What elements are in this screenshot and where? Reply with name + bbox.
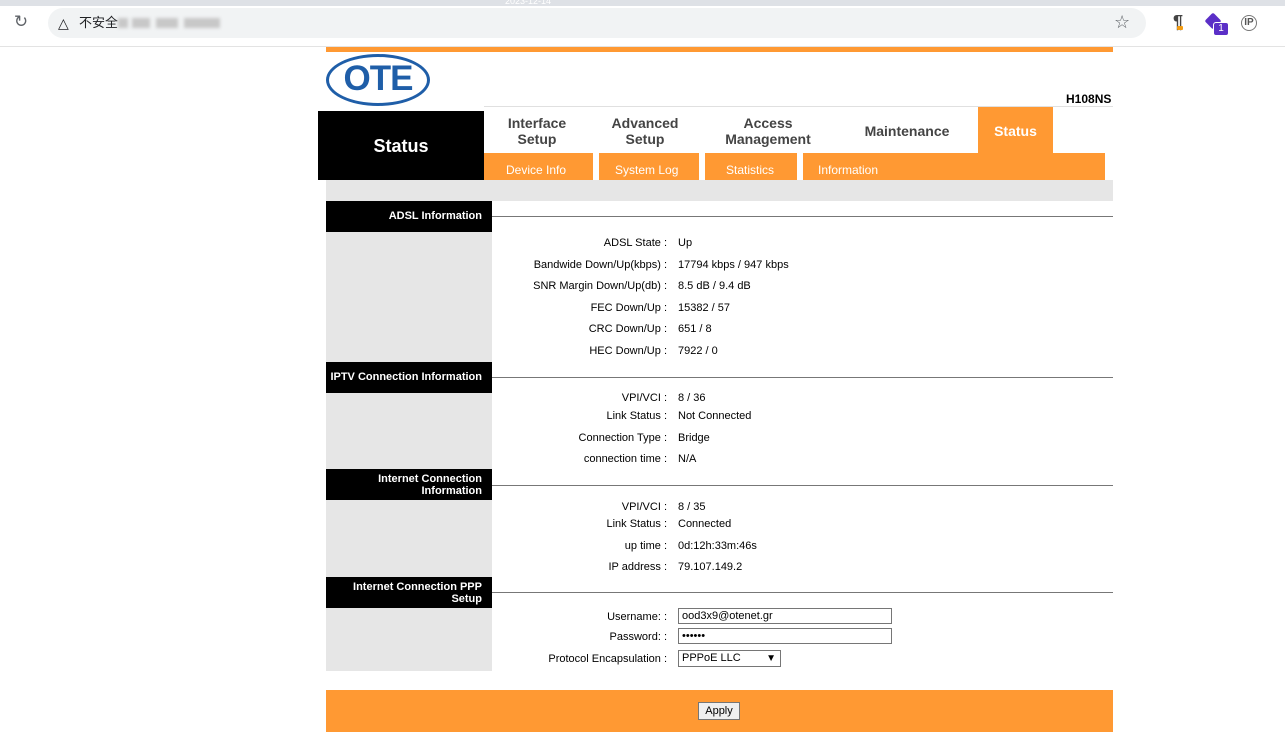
tab-strip: 2023-12-14 [0,0,1285,6]
extension-badge-icon[interactable]: 1 [1204,12,1229,36]
model-name: H108NS [1066,92,1112,106]
security-label[interactable]: 不安全 [79,13,118,33]
section-title-block: Status [318,111,484,180]
adsl-row-hec: HEC Down/Up :7922 / 0 [589,345,718,357]
chevron-down-icon: ▼ [766,653,776,664]
protocol-encapsulation-value: PPPoE LLC [682,652,741,664]
sub-navigation: Device Info System Log Statistics Inform… [484,153,1105,180]
adsl-section-header: ADSL Information [326,201,492,232]
bookmark-star-icon[interactable]: ☆ [1114,12,1130,32]
section-rule [492,592,1113,593]
iptv-row-connection-type: Connection Type : Bridge [578,432,710,444]
section-rule [492,216,1113,217]
tab-access-management[interactable]: Access Management [700,107,836,154]
tab-advanced-setup[interactable]: Advanced Setup [590,107,700,154]
section-title: Status [373,136,429,156]
section-rule [492,485,1113,486]
paragraph-extension-icon[interactable]: ¶ [1168,12,1188,32]
redacted-url-part [156,18,178,28]
orange-top-bar [326,47,1113,52]
iptv-section-header: IPTV Connection Information [326,362,492,393]
warning-icon[interactable]: △ [58,13,69,33]
username-input[interactable]: ood3x9@otenet.gr [678,608,892,624]
ppp-username-row: Username: : ood3x9@otenet.gr [492,607,1113,627]
internet-row-ip-address: IP address :79.107.149.2 [608,561,743,573]
reload-icon[interactable]: ↻ [11,12,31,32]
ppp-encapsulation-row: Protocol Encapsulation : PPPoE LLC ▼ [492,649,1113,669]
status-content: ADSL Information ADSL State : Up Bandwide… [326,201,1113,671]
internet-row-link-status: Link Status : Connected [606,518,732,530]
main-tabs: Interface Setup Advanced Setup Access Manag… [484,106,1113,154]
extension-badge-count: 1 [1213,22,1229,36]
adsl-row-fec: FEC Down/Up :15382 / 57 [590,302,730,314]
redacted-url-part [184,18,220,28]
subnav-separator [593,153,599,180]
subnav-separator [699,153,705,180]
redacted-url-part [132,18,150,28]
iptv-row-connection-time: connection time : N/A [583,453,697,465]
apply-bar: Apply [326,690,1113,732]
protocol-encapsulation-select[interactable]: PPPoE LLC ▼ [678,650,781,667]
tab-strip-date: 2023-12-14 [505,0,552,6]
tab-maintenance[interactable]: Maintenance [836,107,978,154]
adsl-row-bandwidth: Bandwide Down/Up(kbps) :17794 kbps / 947… [533,259,789,271]
subnav-statistics[interactable]: Statistics [726,153,774,180]
subnav-information[interactable]: Information [818,153,878,180]
iptv-row-vpivci: VPI/VCI :8 / 36 [621,392,706,404]
adsl-row-crc: CRC Down/Up :651 / 8 [588,323,712,335]
adsl-row-state: ADSL State : Up [603,237,693,249]
iptv-row-link-status: Link Status : Not Connected [606,410,752,422]
subnav-system-log[interactable]: System Log [615,153,678,180]
browser-toolbar: 2023-12-14 ↻ △ 不安全 ☆ ¶ 1 IP [0,0,1285,47]
tab-interface-setup[interactable]: Interface Setup [484,107,590,154]
section-rule [492,377,1113,378]
internet-section-header: Internet Connection Information [326,469,492,500]
subnav-device-info[interactable]: Device Info [506,153,566,180]
adsl-row-snr: SNR Margin Down/Up(db) :8.5 dB / 9.4 dB [533,280,751,292]
password-input[interactable]: •••••• [678,628,892,644]
ppp-password-row: Password: : •••••• [492,627,1113,647]
redacted-url-part [118,18,128,28]
subnav-separator [797,153,803,180]
apply-button[interactable]: Apply [698,702,740,720]
ip-extension-icon[interactable]: IP [1241,15,1257,31]
tab-status[interactable]: Status [978,107,1053,154]
ppp-section-header: Internet Connection PPP Setup [326,577,492,608]
address-bar[interactable]: △ 不安全 [48,8,1146,38]
internet-row-uptime: up time :0d:12h:33m:46s [624,540,757,552]
ote-logo: OTE [326,54,430,106]
gray-divider-bar [326,180,1113,201]
